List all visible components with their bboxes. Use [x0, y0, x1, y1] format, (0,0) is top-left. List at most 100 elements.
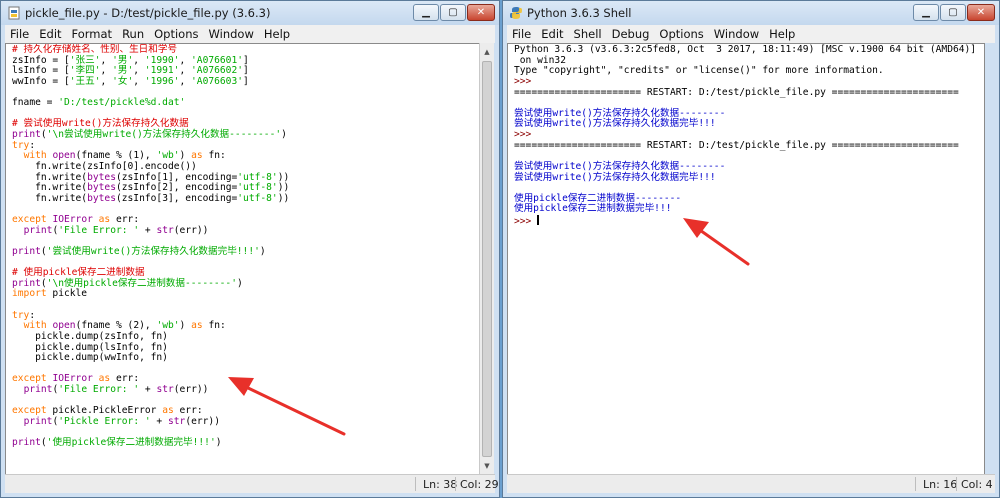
editor-scrollbar[interactable]: ▲ ▼ [479, 43, 494, 475]
baidu-watermark-logo: Bai●经验 [770, 406, 907, 446]
code-token: , [133, 65, 145, 77]
code-token: on win32 [514, 54, 566, 66]
menu-run[interactable]: Run [117, 25, 149, 41]
code-token: 尝试使用write()方法保存持久化数据完毕!!! [514, 118, 716, 130]
code-token: err: [110, 214, 140, 225]
code-token: print [12, 245, 41, 257]
code-token: as [162, 405, 174, 417]
code-token: '女' [112, 75, 134, 87]
shell-line: 尝试使用write()方法保存持久化数据完毕!!! [514, 172, 984, 184]
code-token: bytes [87, 171, 116, 183]
menu-help[interactable]: Help [764, 25, 800, 41]
shell-status-bar: Ln: 16 Col: 4 [507, 474, 995, 493]
maximize-button[interactable]: ▢ [440, 4, 466, 21]
scroll-down-icon[interactable]: ▼ [480, 458, 494, 474]
code-token: except [12, 405, 47, 417]
scroll-up-icon[interactable]: ▲ [480, 44, 494, 60]
shell-console[interactable]: Python 3.6.3 (v3.6.3:2c5fed8, Oct 3 2017… [507, 43, 985, 475]
code-token: 'utf-8' [237, 171, 278, 183]
code-token: 'D:/test/pickle%d.dat' [58, 97, 186, 109]
menu-shell[interactable]: Shell [569, 25, 607, 41]
code-token: print [23, 224, 53, 236]
scroll-thumb[interactable] [482, 61, 492, 457]
code-token: >>> [514, 216, 538, 227]
code-token: 'utf-8' [237, 192, 278, 204]
editor-window: pickle_file.py - D:/test/pickle_file.py … [0, 0, 500, 498]
code-token: 'File Error: ' [58, 224, 140, 236]
code-token: ) [179, 150, 192, 162]
maximize-button[interactable]: ▢ [940, 4, 966, 21]
code-token: pickle [46, 288, 88, 300]
code-token: 'utf-8' [237, 182, 278, 194]
close-icon: ✕ [976, 7, 986, 18]
code-line: fname = 'D:/test/pickle%d.dat' [12, 97, 480, 109]
code-token: print [12, 437, 41, 449]
code-token: zsInfo = [ [12, 54, 70, 66]
code-token: Python 3.6.3 (v3.6.3:2c5fed8, Oct 3 2017… [514, 44, 977, 55]
menu-options[interactable]: Options [149, 25, 203, 41]
code-token: err: [173, 405, 203, 417]
paw-icon: ● [830, 411, 855, 444]
menu-debug[interactable]: Debug [607, 25, 655, 41]
code-token: ) [259, 245, 266, 257]
menu-file[interactable]: File [5, 25, 34, 41]
code-token: '1990' [144, 54, 180, 66]
code-line: print('Pickle Error: ' + str(err)) [12, 415, 480, 428]
shell-line: ====================== RESTART: D:/test/… [514, 87, 984, 99]
code-line: print('\n尝试使用write()方法保存持久化数据--------') [12, 129, 480, 141]
code-token: # 使用pickle保存二进制数据 [12, 267, 145, 279]
menu-window[interactable]: Window [709, 25, 764, 41]
menu-format[interactable]: Format [67, 25, 118, 41]
editor-title-bar[interactable]: pickle_file.py - D:/test/pickle_file.py … [1, 1, 499, 25]
code-token: fn: [202, 150, 226, 162]
code-token: ] [243, 65, 249, 77]
menu-file[interactable]: File [507, 25, 536, 41]
code-token: , [100, 65, 113, 77]
code-token: ) [281, 129, 287, 140]
code-token: print [23, 384, 53, 395]
code-text[interactable]: # 持久化存储姓名、性别、生日和学号 zsInfo = ['张三', '男', '… [6, 44, 480, 449]
code-token: as [191, 150, 203, 162]
maximize-icon: ▢ [448, 7, 458, 18]
code-token: 'Pickle Error: ' [58, 415, 151, 427]
close-icon: ✕ [476, 7, 486, 18]
code-token: ) [215, 437, 222, 449]
close-button[interactable]: ✕ [967, 4, 995, 21]
shell-line: >>> [514, 215, 984, 228]
code-token: '王五' [69, 75, 101, 87]
code-token: (zsInfo[3], encoding= [115, 192, 238, 204]
code-token: str [156, 384, 174, 395]
code-token: lsInfo = [ [12, 65, 70, 77]
menu-edit[interactable]: Edit [34, 25, 66, 41]
menu-options[interactable]: Options [654, 25, 708, 41]
code-line: print('File Error: ' + str(err)) [12, 384, 480, 396]
shell-text[interactable]: Python 3.6.3 (v3.6.3:2c5fed8, Oct 3 2017… [508, 44, 984, 228]
code-token: , [133, 75, 145, 87]
code-editor[interactable]: # 持久化存储姓名、性别、生日和学号 zsInfo = ['张三', '男', '… [5, 43, 481, 475]
watermark-suffix: 经验 [854, 414, 907, 444]
code-token: '李四' [69, 65, 101, 77]
code-line: import pickle [12, 289, 480, 300]
menu-edit[interactable]: Edit [536, 25, 568, 41]
shell-title-bar[interactable]: Python 3.6.3 Shell ▁ ▢ ✕ [503, 1, 999, 25]
menu-help[interactable]: Help [259, 25, 295, 41]
code-token: 'A076601' [191, 54, 243, 66]
code-line: print('File Error: ' + str(err)) [12, 224, 480, 237]
minimize-button[interactable]: ▁ [913, 4, 939, 21]
minimize-icon: ▁ [422, 7, 430, 18]
menu-window[interactable]: Window [204, 25, 259, 41]
code-token: 'File Error: ' [58, 384, 140, 395]
minimize-button[interactable]: ▁ [413, 4, 439, 21]
shell-line: 使用pickle保存二进制数据完毕!!! [514, 204, 984, 215]
code-token: , [179, 65, 192, 77]
code-token: , [179, 54, 192, 66]
code-token: '\n尝试使用write()方法保存持久化数据--------' [46, 129, 282, 140]
code-token: 'wb' [156, 320, 180, 332]
maximize-icon: ▢ [948, 7, 958, 18]
code-token: >>> [514, 75, 538, 87]
close-button[interactable]: ✕ [467, 4, 495, 21]
code-token: fn: [202, 320, 226, 332]
line-indicator: Ln: 16 [923, 478, 958, 491]
code-token: print [12, 277, 41, 289]
